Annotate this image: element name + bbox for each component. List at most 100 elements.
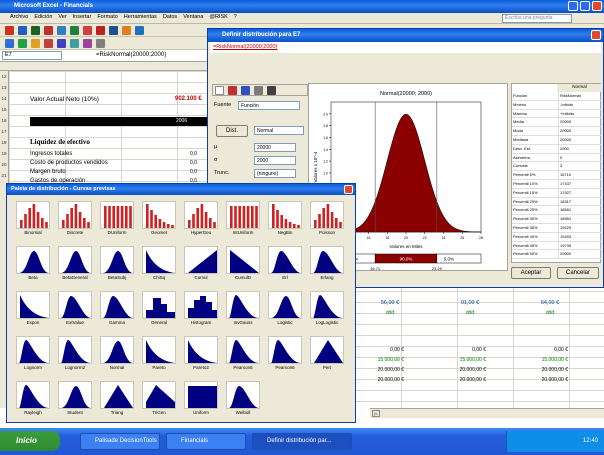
palette-item[interactable]: Expon [13,288,53,332]
cut-icon[interactable] [83,26,92,35]
palette-item[interactable]: TriGen [139,378,179,422]
maximize-icon[interactable] [580,1,590,11]
palette-item[interactable]: ExtValue [55,288,95,332]
menu-item[interactable]: Herramientas [124,14,157,20]
palette-item[interactable]: BetaSubj [97,243,137,287]
dist-close-icon[interactable] [591,30,601,40]
palette-item[interactable]: Geomet [139,198,179,242]
palette-item[interactable]: Lognorm2 [55,333,95,377]
palette-item[interactable]: Pareto2 [181,333,221,377]
chart-type-icon[interactable] [228,86,237,95]
palette-item[interactable]: Student [55,378,95,422]
x-tick-label: 16 [367,236,371,240]
cursor-icon[interactable] [215,86,224,95]
palette-item[interactable]: Lognorm [13,333,53,377]
palette-item[interactable]: Beta [13,243,53,287]
menu-item[interactable]: @RISK [209,14,227,20]
palette-close-icon[interactable] [344,185,353,194]
dist-type-select[interactable]: Normal [254,126,304,135]
palette-item[interactable]: Binomial [13,198,53,242]
chart-icon[interactable] [135,26,144,35]
open-icon[interactable] [18,26,27,35]
copy-icon[interactable] [96,26,105,35]
menu-item[interactable]: Datos [163,14,177,20]
stat-label: Media [513,119,524,125]
sort-icon[interactable] [122,26,131,35]
menu-item[interactable]: Ver [58,14,66,20]
menu-item[interactable]: Insertar [73,14,92,20]
run-icon[interactable] [96,39,105,48]
palette-item[interactable]: Cumul [181,243,221,287]
menu-item[interactable]: ? [234,14,237,20]
palette-item[interactable]: Pearson5 [223,333,263,377]
palette-item[interactable]: LogLogistic [307,288,347,332]
duniform-icon [104,206,132,228]
palette-item-label: CumulD [234,275,252,280]
horizontal-scrollbar[interactable]: |< [370,408,604,418]
dist-formula-link[interactable]: =RiskNormal(20000;2000) [210,42,601,53]
menu-item[interactable]: Edición [34,14,52,20]
palette-item[interactable]: Pearson6 [265,333,305,377]
insert-function-icon[interactable] [31,39,40,48]
palette-item[interactable]: Rayleigh [13,378,53,422]
palette-item[interactable]: BetaGeneral [55,243,95,287]
palette-item[interactable]: InvGauss [223,288,263,332]
help-search-input[interactable]: Escriba una pregunta [502,14,572,23]
palette-item[interactable]: Weibull [223,378,263,422]
palette-item[interactable]: CumulD [223,243,263,287]
palette-item[interactable]: Gamma [97,288,137,332]
start-button[interactable]: Inicio [0,431,60,451]
define-dist-icon[interactable] [5,39,14,48]
palette-item[interactable]: DUniform [97,198,137,242]
menu-item[interactable]: Formato [97,14,117,20]
row-label: Ingresos totales [30,151,73,157]
palette-item[interactable]: NegBin [265,198,305,242]
ok-button[interactable]: Aceptar [511,267,551,279]
cancel-button[interactable]: Cancelar [557,267,599,279]
add-output-icon[interactable] [18,39,27,48]
preview-icon[interactable] [57,26,66,35]
results-icon[interactable] [70,39,79,48]
overlay-icon[interactable] [241,86,250,95]
taskbar-item[interactable]: Palisade DecisionTools [80,433,160,450]
palette-item[interactable]: Pareto [139,333,179,377]
menu-item[interactable]: Archivo [10,14,28,20]
param2-input[interactable]: 2000 [254,156,296,165]
name-box[interactable]: E7 [2,51,62,60]
palette-item[interactable]: Histogram [181,288,221,332]
palette-item[interactable]: Uniform [181,378,221,422]
source-select[interactable]: Función [238,101,300,110]
delimiter-icon[interactable] [254,86,263,95]
minimize-icon[interactable] [568,1,578,11]
paste-icon[interactable] [109,26,118,35]
palette-item[interactable]: Erlang [307,243,347,287]
palette-item[interactable]: Pert [307,333,347,377]
palette-item[interactable]: HyperGeo [181,198,221,242]
palette-item[interactable]: ChiSq [139,243,179,287]
simulate-icon[interactable] [57,39,66,48]
save-icon[interactable] [31,26,40,35]
palette-item[interactable]: Triang [97,378,137,422]
taskbar-item[interactable]: Definir distribución par... [252,433,352,450]
taskbar-item[interactable]: Financials [166,433,246,450]
param1-input[interactable]: 20000 [254,143,296,152]
menu-item[interactable]: Ventana [183,14,203,20]
palette-item[interactable]: General [139,288,179,332]
new-icon[interactable] [5,26,14,35]
palette-item[interactable]: Logistic [265,288,305,332]
stat-value: 19493 [558,232,601,241]
trunc-input[interactable]: (ninguno) [254,169,296,178]
palette-item[interactable]: Erl [265,243,305,287]
close-icon[interactable] [592,1,602,11]
spell-icon[interactable] [70,26,79,35]
dist-button[interactable]: Dist. [216,125,248,137]
palette-item[interactable]: IntUniform [223,198,263,242]
window-list-icon[interactable] [44,39,53,48]
print-icon[interactable] [44,26,53,35]
grid-icon[interactable] [267,86,276,95]
settings-icon[interactable] [83,39,92,48]
palette-item[interactable]: Poisson [307,198,347,242]
formula-text[interactable]: =RiskNormal(20000;2000) [96,51,166,60]
palette-item[interactable]: Discrete [55,198,95,242]
palette-item[interactable]: Normal [97,333,137,377]
